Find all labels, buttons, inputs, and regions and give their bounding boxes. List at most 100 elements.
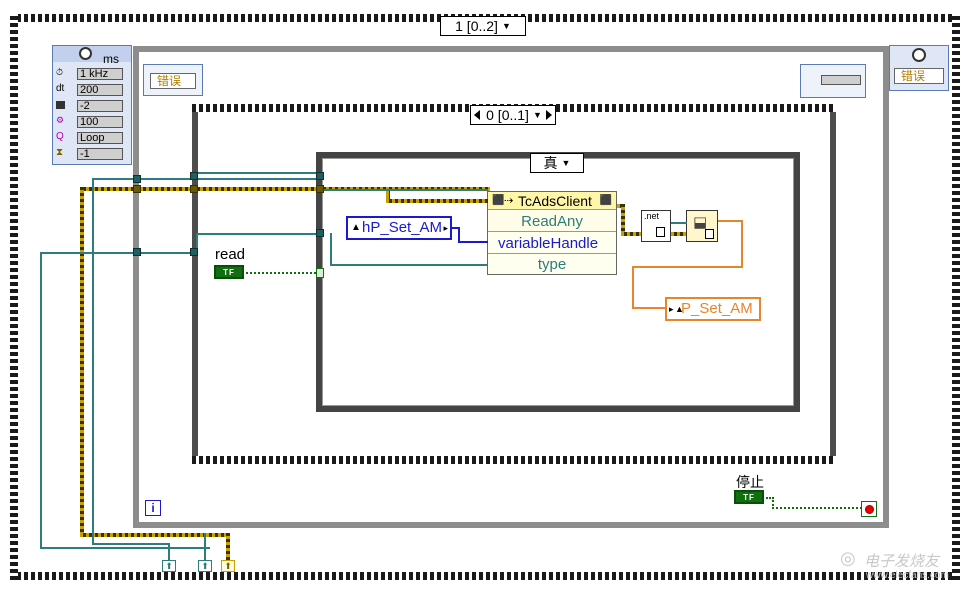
dt-label: dt (56, 83, 65, 94)
read-label: read (215, 246, 246, 263)
output-terminal[interactable]: ⬆ (162, 560, 176, 572)
stop-boolean-control[interactable]: TF (734, 490, 764, 504)
reference-wire (40, 252, 42, 548)
selector-label: 1 [0..2] (455, 18, 498, 34)
tunnel (133, 175, 141, 183)
timing-value-field[interactable]: 200 (77, 84, 123, 96)
tunnel (316, 185, 324, 193)
tunnel (316, 172, 324, 180)
watermark-text: 电子发烧友 (864, 553, 940, 570)
handle-label: hP_Set_AM (362, 219, 443, 236)
reference-wire (671, 222, 687, 224)
timing-header: ms (53, 46, 131, 66)
timing-value-field[interactable]: Loop (77, 132, 123, 144)
chip-icon (56, 101, 65, 109)
clock-icon (79, 47, 92, 60)
outer-sequence-right-border (952, 14, 960, 580)
reference-wire (92, 178, 318, 180)
timing-value: -2 (80, 100, 90, 112)
read-boolean-control[interactable]: TF (214, 265, 244, 279)
handle-constant[interactable]: ▲ hP_Set_AM ▸ (346, 216, 452, 240)
watermark-url: www.elecfans.com (866, 570, 949, 581)
clock-icon: ⏱ (56, 67, 64, 77)
outer-sequence-selector[interactable]: 1 [0..2] ▼ (440, 16, 526, 36)
error-in-cluster[interactable]: 错误 (143, 64, 203, 96)
loop-iteration-terminal: i (145, 500, 161, 516)
ref-icon: ⬛ (599, 195, 612, 206)
p-set-am-indicator[interactable]: ▸ ▲ P_Set_AM (665, 297, 761, 321)
error-dropdown-box: 错误 (150, 73, 196, 89)
clock-icon (912, 48, 926, 62)
timing-value-field[interactable]: -1 (77, 148, 123, 160)
watermark: ◎ 电子发烧友 www.elecfans.com (840, 548, 970, 588)
reference-wire (330, 264, 488, 266)
timing-value: -1 (80, 148, 90, 160)
reference-wire (40, 252, 196, 254)
reference-wire (196, 172, 322, 174)
chevron-down-icon[interactable]: ▼ (502, 21, 511, 31)
timing-value-field[interactable]: -2 (77, 100, 123, 112)
increment-icon[interactable] (545, 110, 552, 120)
stop-node-cluster[interactable] (800, 64, 866, 98)
tunnel (316, 268, 324, 278)
chevron-down-icon[interactable]: ▼ (562, 158, 571, 168)
name-icon: Q (56, 131, 64, 142)
watermark-icon: ◎ (840, 548, 856, 568)
value-wire (632, 307, 666, 309)
timing-node[interactable]: ms ⏱ 1 kHz dt 200 -2 ⚙ 100 Q Loop ⧗ -1 (52, 45, 132, 165)
stop-icon (865, 505, 874, 514)
output-terminal[interactable]: ⬆ (221, 560, 235, 572)
timing-value: 1 kHz (80, 68, 109, 80)
error-wire (621, 204, 625, 234)
timing-value-field[interactable]: 1 kHz (77, 68, 123, 80)
reference-wire (204, 533, 206, 561)
offset-icon: ⚙ (56, 115, 65, 125)
class-name: TcAdsClient (518, 193, 592, 209)
error-label: 错误 (901, 69, 926, 83)
tf-value: TF (743, 492, 755, 502)
ads-param-row: type (488, 255, 616, 275)
ads-class-header: ⬛ ⇢ TcAdsClient ⬛ (488, 192, 616, 210)
reference-wire (168, 543, 170, 561)
tunnel (190, 185, 198, 193)
error-wire (386, 199, 488, 203)
arrow-right-icon: ▸ (669, 304, 674, 314)
value-wire (718, 220, 742, 222)
error-wire (80, 187, 84, 535)
reference-wire (196, 233, 322, 235)
timing-value-field[interactable]: 100 (77, 116, 123, 128)
decrement-icon[interactable] (474, 110, 481, 120)
method-name: ReadAny (521, 213, 583, 230)
value-wire (632, 266, 743, 268)
inner-case-selector[interactable]: 0 [0..1] ▼ (470, 105, 556, 125)
hourglass-icon: ⧗ (56, 147, 64, 158)
timing-row: dt 200 (53, 82, 131, 98)
home-icon: ▲ (675, 304, 684, 314)
error-wire (671, 232, 687, 236)
tunnel (190, 172, 198, 180)
error-wire (80, 533, 230, 537)
timing-rows: ⏱ 1 kHz dt 200 -2 ⚙ 100 Q Loop ⧗ -1 (53, 66, 131, 162)
convert-node[interactable]: ⬓ (686, 210, 718, 242)
param-label: type (537, 256, 567, 273)
error-out-cluster[interactable]: 错误 (889, 45, 949, 91)
net-node[interactable]: .net (641, 210, 671, 242)
error-wire (621, 232, 641, 236)
reference-wire (40, 547, 210, 549)
ads-invoke-node[interactable]: ⬛ ⇢ TcAdsClient ⬛ ReadAny variableHandle… (487, 191, 617, 275)
output-terminal[interactable]: ⬆ (198, 560, 212, 572)
timing-row: ⚙ 100 (53, 114, 131, 130)
stop-terminal[interactable] (861, 501, 877, 517)
chevron-down-icon[interactable]: ▼ (533, 110, 542, 120)
reference-wire (92, 543, 170, 545)
outer-sequence-bottom-border (10, 572, 960, 580)
timing-value: Loop (80, 132, 105, 144)
tunnel (190, 248, 198, 256)
timing-row: ⧗ -1 (53, 146, 131, 162)
home-icon: ▲ (351, 222, 361, 233)
tf-value: TF (223, 267, 235, 277)
indicator-label: P_Set_AM (681, 300, 753, 317)
true-case-selector[interactable]: 真 ▼ (530, 153, 584, 173)
selector-label: 真 (543, 155, 558, 171)
reference-wire (330, 233, 332, 265)
